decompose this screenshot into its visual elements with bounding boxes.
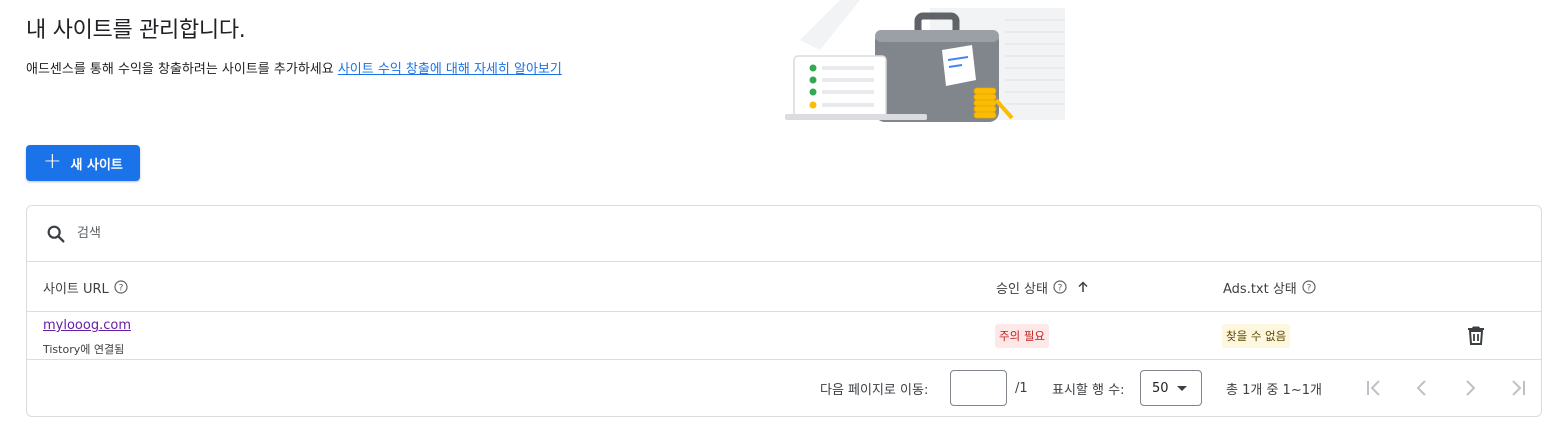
next-page-icon[interactable] bbox=[1458, 376, 1482, 400]
pagination-range: 총 1개 중 1~1개 bbox=[1226, 382, 1322, 398]
go-to-page-input[interactable] bbox=[950, 370, 1007, 406]
delete-icon[interactable] bbox=[1464, 323, 1488, 347]
rows-per-page-select[interactable]: 50 bbox=[1140, 370, 1202, 406]
approval-status-badge[interactable]: 주의 필요 bbox=[995, 324, 1049, 348]
ads-txt-status-badge[interactable]: 찾을 수 없음 bbox=[1222, 324, 1291, 348]
pagination-bar: 다음 페이지로 이동: /1 표시할 행 수: 50 총 1개 중 1~1개 bbox=[27, 360, 1541, 416]
help-icon[interactable]: ? bbox=[1053, 280, 1067, 294]
svg-text:?: ? bbox=[1058, 283, 1063, 293]
search-input[interactable] bbox=[77, 226, 477, 241]
search-bar bbox=[27, 206, 1541, 262]
site-connection-status: Tistory에 연결됨 bbox=[43, 343, 125, 356]
last-page-icon[interactable] bbox=[1506, 376, 1530, 400]
page-subtitle: 애드센스를 통해 수익을 창출하려는 사이트를 추가하세요 사이트 수익 창출에… bbox=[26, 58, 562, 77]
table-row: mylooog.com Tistory에 연결됨 주의 필요 찾을 수 없음 bbox=[27, 312, 1541, 360]
previous-page-icon[interactable] bbox=[1410, 376, 1434, 400]
column-label-approval-status: 승인 상태 bbox=[996, 281, 1048, 297]
sites-table-card: 사이트 URL ? 승인 상태 ? Ads.txt 상태 ? bbox=[26, 205, 1542, 417]
sort-ascending-icon[interactable] bbox=[1076, 280, 1090, 294]
new-site-button[interactable]: + 새 사이트 bbox=[26, 145, 140, 181]
column-header-site-url[interactable]: 사이트 URL ? bbox=[43, 262, 128, 312]
go-to-page-label: 다음 페이지로 이동: bbox=[820, 382, 929, 398]
search-icon bbox=[47, 225, 65, 243]
subtitle-text: 애드센스를 통해 수익을 창출하려는 사이트를 추가하세요 bbox=[26, 62, 334, 77]
help-icon[interactable]: ? bbox=[114, 280, 128, 294]
briefcase-illustration bbox=[785, 0, 1065, 122]
plus-icon: + bbox=[43, 149, 62, 174]
chevron-down-icon bbox=[1177, 386, 1187, 391]
svg-text:?: ? bbox=[1306, 283, 1311, 293]
table-header: 사이트 URL ? 승인 상태 ? Ads.txt 상태 ? bbox=[27, 262, 1541, 312]
svg-text:?: ? bbox=[118, 283, 123, 293]
rows-per-page-label: 표시할 행 수: bbox=[1052, 382, 1125, 398]
page-title: 내 사이트를 관리합니다. bbox=[26, 18, 246, 43]
rows-per-page-value: 50 bbox=[1152, 380, 1169, 396]
site-url-link[interactable]: mylooog.com bbox=[43, 318, 131, 333]
column-label-ads-txt-status: Ads.txt 상태 bbox=[1223, 281, 1297, 297]
learn-more-link[interactable]: 사이트 수익 창출에 대해 자세히 알아보기 bbox=[338, 62, 562, 77]
column-header-approval-status[interactable]: 승인 상태 ? bbox=[996, 262, 1090, 312]
column-header-ads-txt-status[interactable]: Ads.txt 상태 ? bbox=[1223, 262, 1316, 312]
first-page-icon[interactable] bbox=[1362, 376, 1386, 400]
column-label-site-url: 사이트 URL bbox=[43, 281, 109, 297]
help-icon[interactable]: ? bbox=[1302, 280, 1316, 294]
new-site-label: 새 사이트 bbox=[70, 157, 123, 173]
page-total: /1 bbox=[1015, 380, 1028, 396]
